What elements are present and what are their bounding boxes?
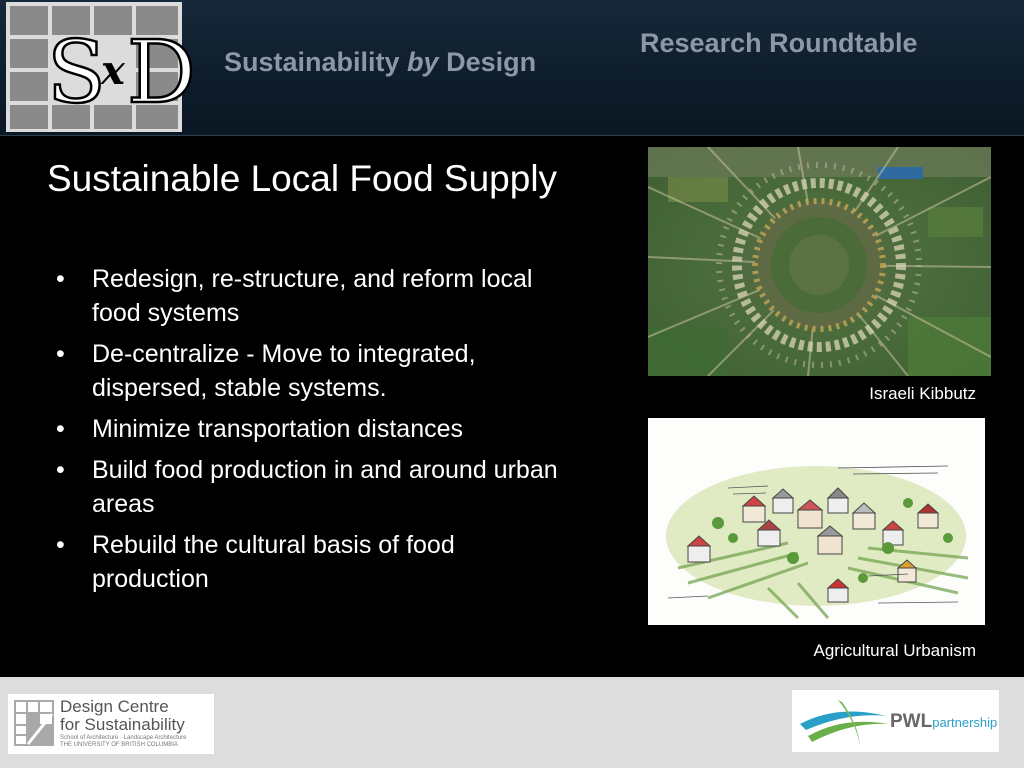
- design-centre-title-line1: Design Centre: [60, 697, 169, 716]
- design-centre-university-line: THE UNIVERSITY OF BRITISH COLUMBIA: [60, 742, 178, 748]
- photo-caption: Israeli Kibbutz: [869, 384, 976, 403]
- sketch-caption: Agricultural Urbanism: [813, 641, 977, 660]
- sxd-logo-letters: S x D: [46, 26, 197, 110]
- bullet-item: • Build food production in and around urb…: [56, 456, 558, 518]
- bullet-list: • Redesign, re-structure, and reform loca…: [50, 262, 570, 603]
- header-event-title: Research Roundtable: [640, 28, 918, 58]
- svg-text:S: S: [47, 26, 106, 110]
- bullet-item: • Rebuild the cultural basis of food prod…: [56, 531, 455, 593]
- design-centre-logo: Design Centre for Sustainability School …: [8, 694, 214, 754]
- pwl-partnership-logo: PWLpartnership: [792, 690, 999, 752]
- header-subtitle: Sustainability by Design: [224, 47, 537, 77]
- pwl-wordmark: PWL: [890, 711, 933, 732]
- pwl-partnership-wordmark: partnership: [932, 715, 998, 730]
- bullet-item: • Minimize transportation distances: [56, 415, 463, 443]
- bullet-item: • De-centralize - Move to integrated, dis…: [56, 340, 476, 402]
- design-centre-emblem-icon: [14, 700, 54, 746]
- agricultural-urbanism-sketch: [648, 418, 985, 625]
- pwl-swoosh-icon: [800, 700, 888, 746]
- svg-text:x: x: [100, 47, 126, 94]
- svg-text:D: D: [127, 26, 196, 110]
- bullet-item: • Redesign, re-structure, and reform loca…: [56, 265, 533, 327]
- kibbutz-aerial-photo: [648, 147, 991, 376]
- design-centre-title-line2: for Sustainability: [60, 715, 185, 734]
- header-banner: S x D Sustainability by Design Research …: [0, 0, 1024, 136]
- design-centre-school-line: School of Architecture · Landscape Archi…: [60, 735, 187, 741]
- slide-title: Sustainable Local Food Supply: [46, 158, 558, 199]
